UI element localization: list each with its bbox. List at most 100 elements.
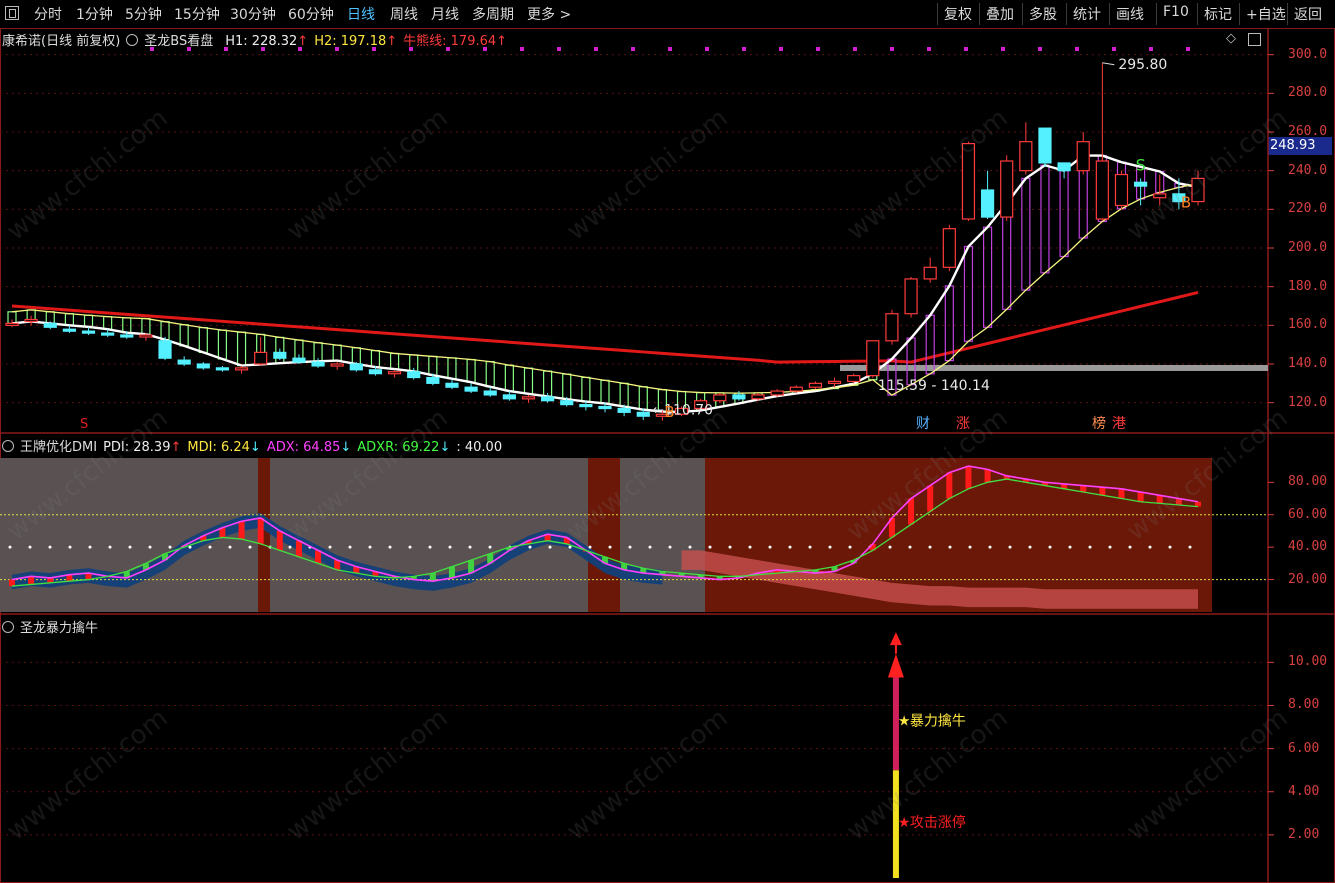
candle-body [311, 361, 325, 367]
news-marker: 港 [1112, 416, 1126, 432]
bull-axis-label: 4.00 [1288, 783, 1320, 799]
dmi-bar [257, 517, 264, 544]
candle-body [273, 351, 287, 359]
level-40-dot [1108, 545, 1112, 549]
trend-band-bar [543, 370, 553, 398]
trend-band-bar [389, 352, 400, 370]
candle-body [789, 386, 803, 392]
level-40-dot [548, 545, 552, 549]
signal-dot [409, 47, 413, 51]
candle-body [43, 322, 57, 328]
candle-body [713, 394, 727, 402]
bull-label-bottom: 攻击涨停 [910, 814, 966, 831]
candle-body [330, 363, 344, 367]
bull-axis-label: 10.00 [1288, 654, 1328, 670]
level-40-dot [1168, 545, 1172, 549]
signal-dot [372, 47, 376, 51]
candle-body [1000, 160, 1014, 218]
candle-body [387, 371, 402, 375]
trend-band-bar [103, 316, 113, 330]
candle-body [445, 382, 459, 388]
bull-axis-label: 2.00 [1288, 826, 1320, 842]
star-icon: ★ [898, 815, 911, 831]
signal-dot [335, 47, 339, 51]
price-axis-label: 260.0 [1288, 124, 1328, 139]
level-40-dot [148, 545, 152, 549]
low-price-label: ←110.70 [652, 402, 713, 418]
level-40-dot [1148, 545, 1152, 549]
dmi-bar [1099, 487, 1106, 496]
trend-band-bar [485, 361, 495, 388]
candle-body [904, 278, 918, 315]
trend-band-bar [504, 364, 514, 392]
trend-band-bar [428, 355, 438, 376]
dmi-bar [908, 498, 915, 525]
news-marker: 财 [916, 416, 930, 432]
dmi-background-block [588, 458, 620, 612]
level-40-dot [208, 545, 212, 549]
candle-body [541, 396, 555, 402]
level-40-dot [948, 545, 952, 549]
price-axis-label: 220.0 [1288, 201, 1328, 217]
news-marker: 涨 [956, 416, 970, 432]
candle-body [254, 351, 268, 365]
dmi-axis-label: 80.00 [1288, 474, 1328, 490]
level-40-dot [528, 545, 532, 549]
signal-dot [779, 47, 783, 51]
trend-band-bar [217, 329, 228, 360]
candle-body [139, 334, 153, 338]
dmi-bar [965, 466, 972, 489]
chart-canvas[interactable]: 295.80←110.70115.59 - 140.14SBBS 财涨榜港★ 暴力擒… [0, 0, 1335, 883]
candle-body [617, 407, 631, 413]
range-label: 115.59 - 140.14 [878, 378, 990, 394]
signal-dot [520, 47, 524, 51]
trend-band-bar [236, 331, 247, 367]
candle-body [1095, 160, 1109, 220]
dmi-axis-label: 20.00 [1288, 571, 1328, 587]
dmi-axis-label: 40.00 [1288, 539, 1328, 555]
candle-body [1019, 141, 1033, 172]
level-40-dot [468, 545, 472, 549]
candle-body [636, 411, 650, 417]
candle-body [407, 371, 421, 379]
candle-body [827, 380, 842, 384]
trend-band-bar [447, 357, 457, 380]
dmi-bar [448, 566, 455, 578]
trend-band-bar [982, 226, 993, 328]
level-40-dot [788, 545, 792, 549]
high-price-label: 295.80 [1118, 57, 1167, 73]
level-40-dot [48, 545, 52, 549]
signal-dot [1001, 47, 1005, 51]
level-40-dot [348, 545, 352, 549]
level-40-dot [1028, 545, 1032, 549]
dmi-bar [1118, 488, 1125, 499]
level-40-dot [488, 545, 492, 549]
level-40-dot [108, 545, 112, 549]
signal-dot [1149, 47, 1153, 51]
level-40-dot [228, 545, 232, 549]
signal-dot [1038, 47, 1042, 51]
candle-body [866, 340, 880, 377]
level-40-dot [368, 545, 372, 549]
candle-body [808, 382, 823, 388]
candle-body [751, 394, 765, 400]
signal-dot [187, 47, 191, 51]
sell-signal-label: S [1136, 156, 1146, 175]
candle-body [1057, 162, 1071, 172]
price-axis-label: 180.0 [1288, 278, 1328, 294]
candle-body [579, 404, 593, 408]
candle-body [847, 375, 861, 383]
level-40-dot [688, 545, 692, 549]
candle-body [1153, 193, 1167, 199]
trend-band-bar [332, 344, 342, 362]
level-40-dot [1008, 545, 1012, 549]
signal-dot [742, 47, 746, 51]
trend-band-bar [351, 347, 361, 365]
candle-body [234, 367, 249, 371]
candle-body [81, 330, 96, 334]
candle-body [464, 386, 478, 392]
candle-body [521, 396, 536, 400]
buy-signal-label: B [1181, 193, 1191, 211]
price-axis-label: 200.0 [1288, 240, 1328, 255]
trend-band-bar [944, 285, 954, 362]
